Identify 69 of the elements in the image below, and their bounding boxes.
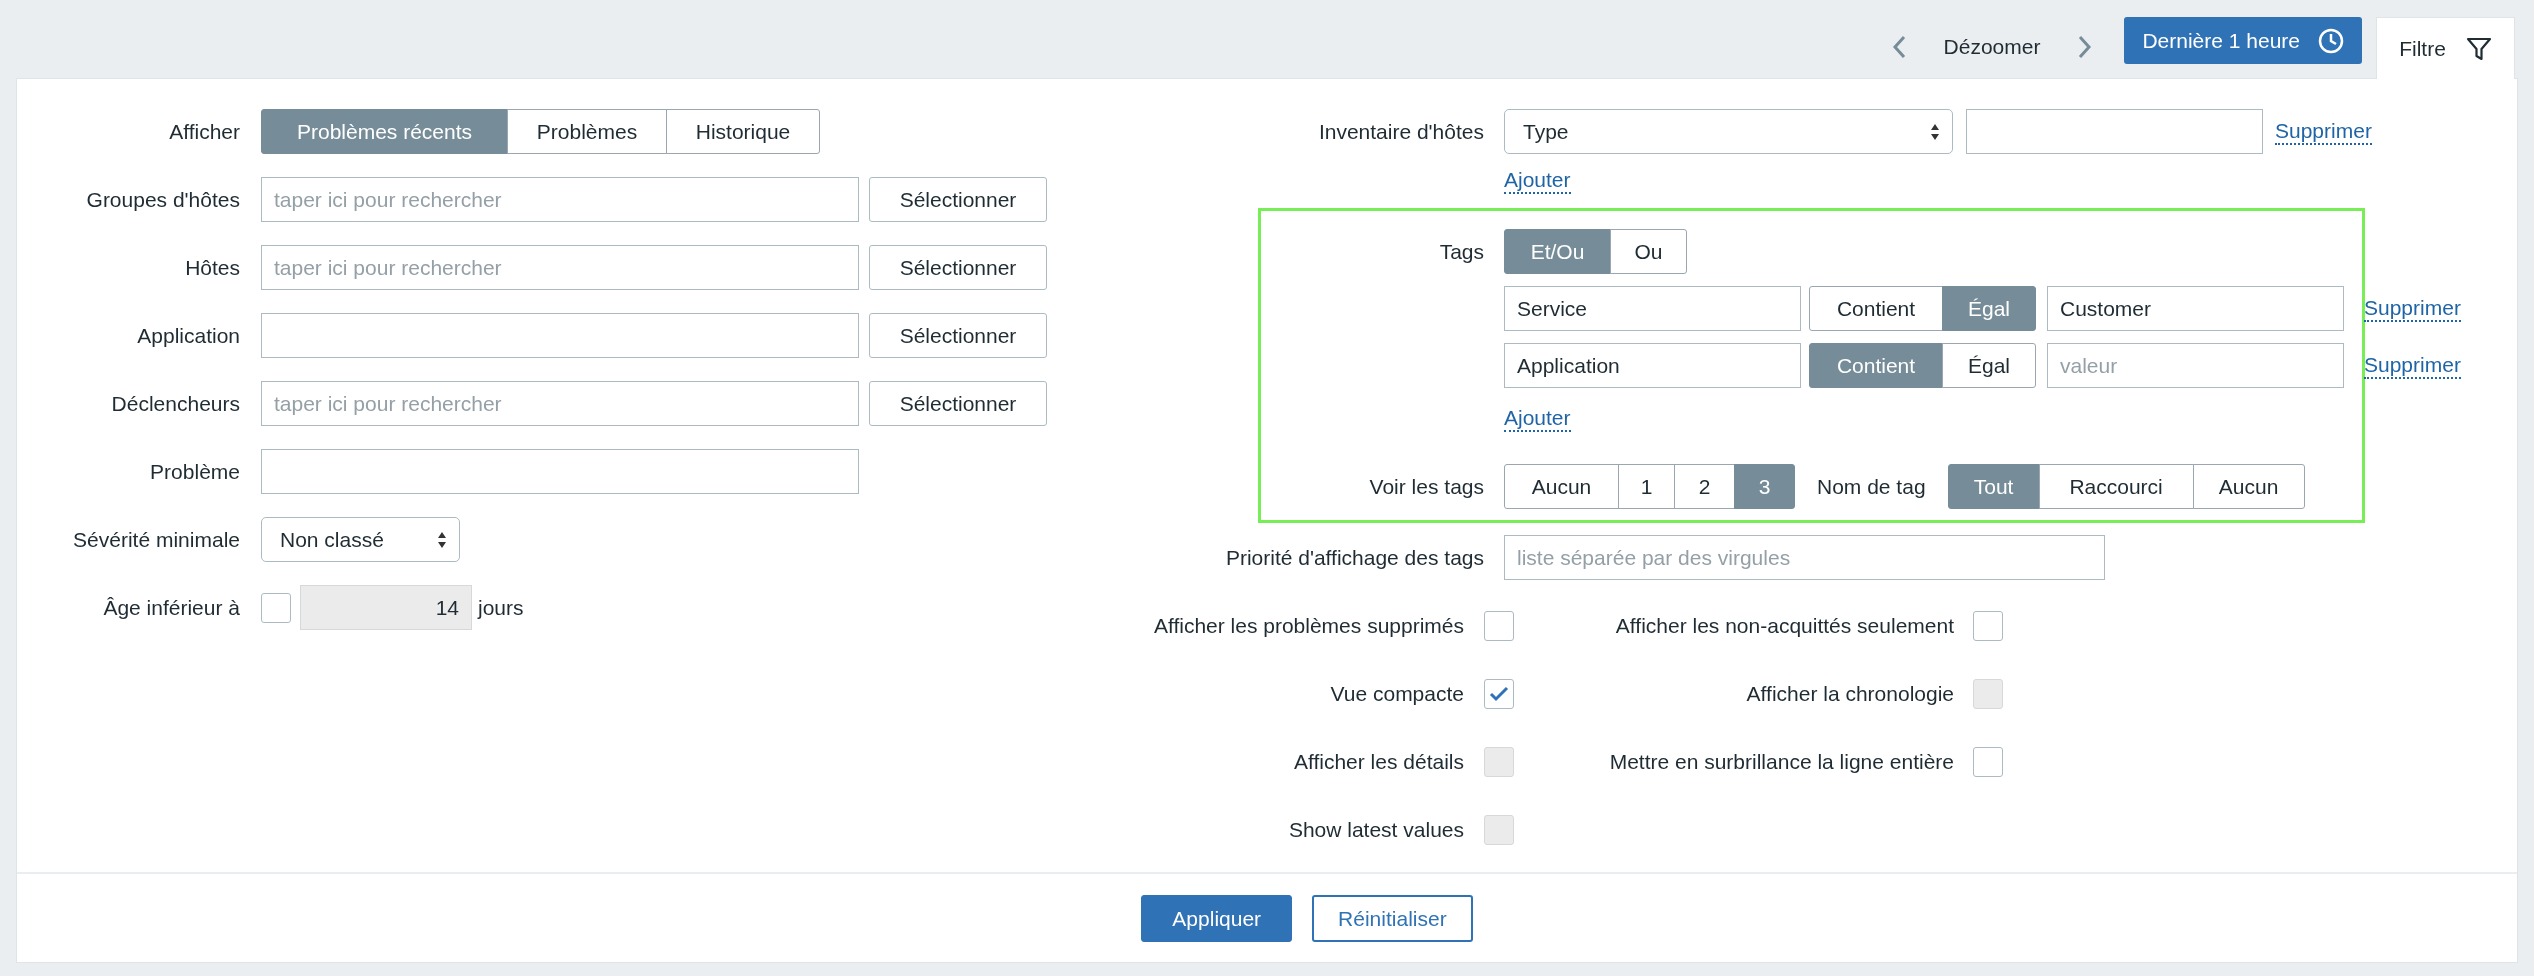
segment-option[interactable]: Historique [666, 109, 820, 154]
checkbox[interactable] [1973, 746, 2003, 777]
select-button[interactable]: Sélectionner [869, 381, 1047, 426]
dropdown[interactable]: Type [1504, 109, 1953, 154]
checkmark-icon [1489, 685, 1509, 702]
segment-option[interactable]: 1 [1618, 464, 1675, 509]
remove-link[interactable]: Supprimer [2364, 295, 2461, 322]
field-label: Application [137, 323, 240, 348]
field-label: Inventaire d'hôtes [1318, 119, 1484, 144]
field-label: Priorité d'affichage des tags [1225, 545, 1484, 570]
search-field[interactable] [261, 313, 859, 358]
segment-option[interactable]: Aucun [1504, 464, 1619, 509]
time-range-button[interactable]: Dernière 1 heure [2124, 17, 2362, 64]
field-label: Déclencheurs [111, 391, 240, 416]
tag-value-field[interactable]: Customer [2047, 286, 2344, 331]
segment-option[interactable]: 2 [1674, 464, 1735, 509]
reset-button[interactable]: Réinitialiser [1312, 895, 1473, 942]
segment-option[interactable]: Aucun [2192, 464, 2305, 509]
field-label: Groupes d'hôtes [86, 187, 240, 212]
checkbox-label: Afficher les non-acquittés seulement [1615, 613, 1954, 638]
checkbox-label: Show latest values [1288, 817, 1464, 842]
remove-link[interactable]: Supprimer [2275, 118, 2372, 145]
search-field[interactable]: taper ici pour rechercher [261, 381, 859, 426]
segment-option[interactable]: Problèmes [507, 109, 667, 154]
add-link[interactable]: Ajouter [1504, 406, 1571, 432]
filter-icon [2465, 35, 2492, 62]
tag-name-field[interactable]: Service [1504, 286, 1801, 331]
text-field[interactable] [1966, 109, 2263, 154]
tag-value-field[interactable]: valeur [2047, 343, 2344, 388]
tag-name-field[interactable]: Application [1504, 343, 1801, 388]
clock-icon [2318, 27, 2344, 54]
field-label: Voir les tags [1369, 474, 1484, 499]
text-field[interactable]: liste séparée par des virgules [1504, 535, 2105, 580]
select-button[interactable]: Sélectionner [869, 245, 1047, 290]
segment-option[interactable]: Raccourci [2038, 464, 2194, 509]
segment-option[interactable]: Contient [1809, 286, 1943, 331]
field-label: Hôtes [185, 255, 240, 280]
add-link[interactable]: Ajouter [1504, 168, 1571, 194]
dropdown[interactable]: Non classé [261, 517, 460, 562]
unit-label: jours [478, 595, 524, 620]
field-label: Sévérité minimale [73, 527, 240, 552]
search-field[interactable]: taper ici pour rechercher [261, 177, 859, 222]
apply-button[interactable]: Appliquer [1141, 895, 1293, 942]
remove-link[interactable]: Supprimer [2364, 352, 2461, 379]
segment-option[interactable]: Égal [1942, 343, 2036, 388]
checkbox[interactable] [1484, 678, 1514, 709]
checkbox-label: Afficher la chronologie [1746, 681, 1954, 706]
filter-tab[interactable]: Filtre [2376, 17, 2515, 79]
chevron-left-icon[interactable] [1891, 35, 1906, 59]
checkbox-label: Mettre en surbrillance la ligne entière [1609, 749, 1954, 774]
checkbox-label: Afficher les détails [1293, 749, 1464, 774]
field-label: Afficher [169, 119, 240, 144]
select-button[interactable]: Sélectionner [869, 177, 1047, 222]
checkbox[interactable] [1484, 610, 1514, 641]
checkbox[interactable] [1973, 610, 2003, 641]
checkbox-label: Vue compacte [1330, 681, 1464, 706]
field-label: Âge inférieur à [103, 595, 240, 620]
updown-arrows-icon [1930, 122, 1940, 141]
chevron-right-icon[interactable] [2078, 35, 2093, 59]
text-field[interactable] [261, 449, 859, 494]
checkbox-label: Afficher les problèmes supprimés [1153, 613, 1464, 638]
zoom-out-button[interactable]: Dézoomer [1939, 35, 2045, 59]
field-label: Problème [150, 459, 240, 484]
select-button[interactable]: Sélectionner [869, 313, 1047, 358]
segment-option[interactable]: Ou [1610, 229, 1687, 274]
field-label: Nom de tag [1817, 474, 1926, 499]
field-label: Tags [1439, 239, 1484, 264]
search-field[interactable]: taper ici pour rechercher [261, 245, 859, 290]
updown-arrows-icon [437, 530, 447, 549]
